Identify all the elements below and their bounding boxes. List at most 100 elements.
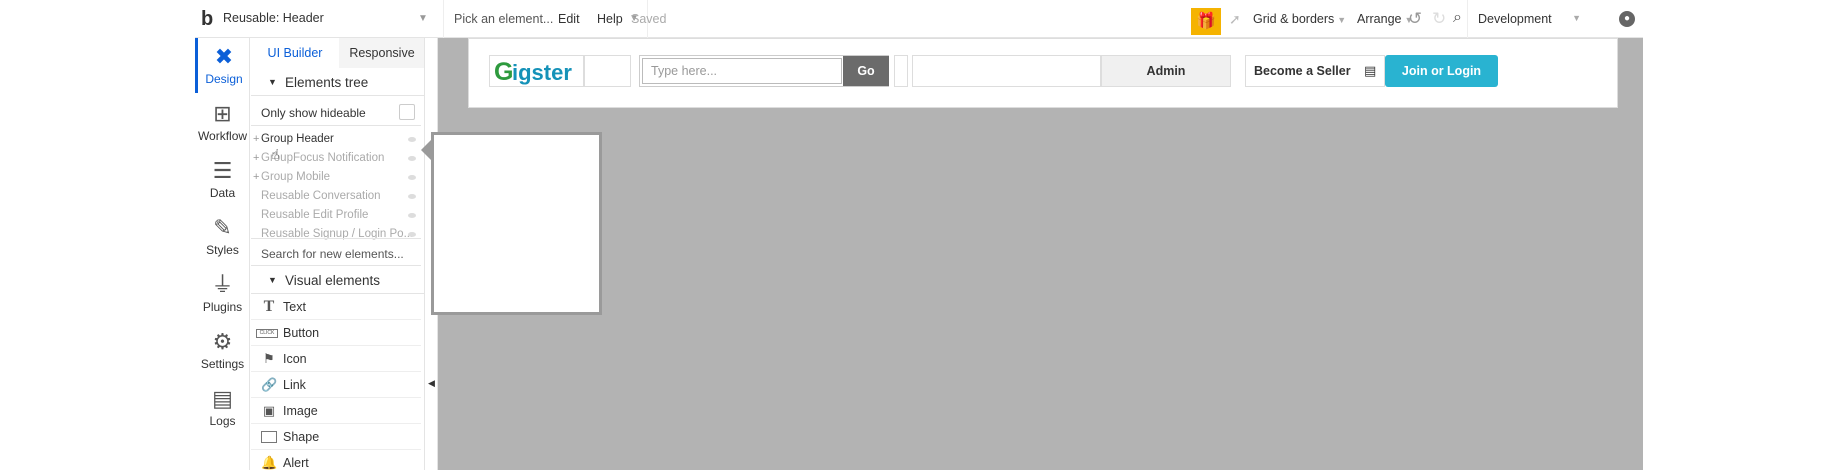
visual-elements-title: Visual elements <box>285 273 381 288</box>
nav-styles-label: Styles <box>206 243 239 257</box>
nav-design[interactable]: ✖ Design <box>195 38 250 93</box>
undo-icon[interactable]: ↺ <box>1408 9 1422 29</box>
nav-styles[interactable]: ✎ Styles <box>195 209 250 264</box>
admin-button[interactable]: Admin <box>1101 55 1231 87</box>
nav-settings[interactable]: ⚙ Settings <box>195 323 250 378</box>
nav-workflow[interactable]: ⊞ Workflow <box>195 95 250 150</box>
tab-ui-builder[interactable]: UI Builder <box>251 38 339 68</box>
visual-element-button[interactable]: CLICK Button <box>251 320 421 346</box>
collapse-arrow-icon[interactable]: ◀ <box>428 378 435 389</box>
popup-arrow <box>421 140 431 160</box>
eye-icon[interactable] <box>408 213 416 218</box>
environment-selector[interactable]: Development ▼ <box>1467 0 1589 38</box>
eye-icon[interactable] <box>408 175 416 180</box>
page-selector-label[interactable]: Reusable: Header <box>223 11 324 25</box>
design-canvas[interactable]: G igster Type here... Go Admin Become a … <box>438 38 1643 470</box>
tree-item-label: Group Header <box>261 133 334 145</box>
nav-plugins-label: Plugins <box>202 300 243 314</box>
visual-element-label: Link <box>283 378 306 392</box>
save-status: Saved <box>631 12 667 26</box>
chevron-down-icon: ▼ <box>1337 15 1347 25</box>
edit-menu[interactable]: Edit <box>558 12 580 26</box>
chevron-down-icon: ▼ <box>1572 13 1581 23</box>
plug-icon: ⏚ <box>211 272 234 297</box>
elements-tree-title: Elements tree <box>285 75 369 90</box>
triangle-down-icon: ▼ <box>268 77 277 87</box>
nav-settings-label: Settings <box>200 357 245 371</box>
visual-element-label: Shape <box>283 430 320 444</box>
list-icon: ▤ <box>1364 63 1377 78</box>
only-show-hideable-checkbox[interactable] <box>399 104 415 120</box>
grid-borders-menu[interactable]: Grid & borders ▼ <box>1253 12 1346 26</box>
triangle-down-icon: ▼ <box>268 275 277 285</box>
nav-workflow-label: Workflow <box>197 129 248 143</box>
only-show-hideable-row: Only show hideable <box>251 98 421 126</box>
visual-element-shape[interactable]: Shape <box>251 424 421 450</box>
nav-data[interactable]: ☰ Data <box>195 152 250 207</box>
tab-responsive[interactable]: Responsive <box>339 38 424 68</box>
arrange-menu[interactable]: Arrange ▼ <box>1357 12 1413 26</box>
expand-icon[interactable]: + <box>253 152 259 164</box>
empty-group[interactable] <box>584 55 631 87</box>
empty-group[interactable] <box>894 55 908 87</box>
become-seller-button[interactable]: Become a Seller ▤ <box>1245 55 1385 87</box>
link-icon: 🔗 <box>261 377 278 392</box>
visual-element-label: Image <box>283 404 318 418</box>
reusable-header-element[interactable]: G igster Type here... Go Admin Become a … <box>468 38 1618 108</box>
gear-icon: ⚙ <box>212 329 233 354</box>
gigster-logo[interactable]: G igster <box>489 55 584 87</box>
join-login-button[interactable]: Join or Login <box>1385 55 1498 87</box>
eye-icon[interactable] <box>408 232 416 237</box>
database-icon: ☰ <box>212 158 233 183</box>
help-menu[interactable]: Help <box>597 12 623 26</box>
visual-element-icon[interactable]: ⚑ Icon <box>251 346 421 372</box>
top-bar: b Reusable: Header ▼ Pick an element... … <box>195 0 1643 38</box>
expand-icon[interactable]: + <box>253 171 259 183</box>
search-input[interactable]: Type here... <box>642 58 842 84</box>
visual-element-alert[interactable]: 🔔 Alert <box>251 450 421 470</box>
visual-element-link[interactable]: 🔗 Link <box>251 372 421 398</box>
eye-icon[interactable] <box>408 156 416 161</box>
chevron-down-icon[interactable]: ▼ <box>418 13 428 24</box>
workflow-icon: ⊞ <box>213 101 232 126</box>
grid-borders-label: Grid & borders <box>1253 12 1335 26</box>
go-button[interactable]: Go <box>843 56 889 86</box>
eye-icon[interactable] <box>408 137 416 142</box>
redo-icon[interactable]: ↻ <box>1432 9 1446 29</box>
visual-element-label: Alert <box>283 456 309 470</box>
search-new-elements-placeholder: Search for new elements... <box>261 247 404 261</box>
tree-item-label: Group Mobile <box>261 171 331 183</box>
design-icon: ✖ <box>214 44 234 69</box>
elements-tree-header[interactable]: ▼ Elements tree <box>251 68 424 96</box>
shape-icon <box>261 431 277 443</box>
search-group[interactable]: Type here... Go <box>639 55 889 87</box>
visual-element-text[interactable]: T Text <box>251 294 421 320</box>
eye-icon[interactable] <box>408 194 416 199</box>
search-new-elements-input[interactable]: Search for new elements... <box>251 238 421 266</box>
tree-item-group-mobile[interactable]: + Group Mobile <box>251 168 421 187</box>
tree-item-label: Reusable Edit Profile <box>261 209 369 221</box>
logo-letter: G <box>494 58 514 86</box>
editor-app: b Reusable: Header ▼ Pick an element... … <box>195 0 1643 470</box>
nav-logs[interactable]: ▤ Logs <box>195 380 250 435</box>
user-account-icon[interactable]: ● <box>1619 11 1635 27</box>
search-icon[interactable]: ⌕ <box>1453 9 1462 27</box>
pointer-icon[interactable]: ➚ <box>1229 11 1241 28</box>
left-nav: ✖ Design ⊞ Workflow ☰ Data ✎ Styles ⏚ Pl… <box>195 38 250 470</box>
elements-panel: UI Builder Responsive ▼ Elements tree On… <box>251 38 425 470</box>
tree-item-reusable-edit-profile[interactable]: Reusable Edit Profile <box>251 206 421 225</box>
tree-item-label: Reusable Conversation <box>261 190 381 202</box>
visual-elements-header[interactable]: ▼ Visual elements <box>251 266 424 294</box>
gift-icon[interactable]: 🎁 <box>1191 8 1221 35</box>
empty-group[interactable] <box>912 55 1101 87</box>
nav-data-label: Data <box>209 186 236 200</box>
nav-plugins[interactable]: ⏚ Plugins <box>195 266 250 321</box>
expand-icon[interactable]: + <box>253 133 259 145</box>
tree-item-reusable-conversation[interactable]: Reusable Conversation <box>251 187 421 206</box>
visual-element-image[interactable]: ▣ Image <box>251 398 421 424</box>
document-icon: ▤ <box>212 386 233 411</box>
bubble-logo-icon[interactable]: b <box>201 8 219 30</box>
visual-element-label: Icon <box>283 352 307 366</box>
element-picker-label: Pick an element... <box>454 12 554 26</box>
logo-text: igster <box>512 60 572 85</box>
